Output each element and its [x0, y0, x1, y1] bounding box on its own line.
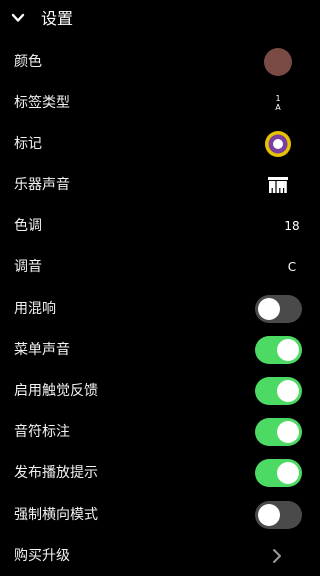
note-labels-toggle[interactable]	[255, 417, 302, 446]
reverb-toggle[interactable]	[255, 294, 302, 323]
setting-row-force-landscape[interactable]: 强制横向模式	[0, 494, 320, 535]
setting-label: 色调	[14, 217, 42, 234]
toggle-knob	[277, 420, 299, 443]
toggle-knob	[277, 461, 299, 484]
force-landscape-toggle[interactable]	[255, 500, 302, 529]
label-type-top: 1	[275, 93, 281, 103]
tone-value[interactable]: 18	[284, 219, 299, 233]
setting-row-color[interactable]: 颜色	[0, 41, 320, 82]
label-type-bottom: A	[275, 102, 281, 112]
setting-label: 乐器声音	[14, 176, 70, 193]
piano-keys-icon[interactable]	[267, 174, 289, 196]
setting-row-menu-sound[interactable]: 菜单声音	[0, 329, 320, 370]
setting-label: 标记	[14, 135, 42, 152]
setting-row-haptic[interactable]: 启用触觉反馈	[0, 370, 320, 411]
playback-hint-toggle[interactable]	[255, 458, 302, 487]
setting-label: 颜色	[14, 53, 42, 70]
haptic-toggle[interactable]	[255, 376, 302, 405]
setting-label: 音符标注	[14, 423, 70, 440]
setting-row-reverb[interactable]: 用混响	[0, 288, 320, 329]
chevron-right-icon[interactable]	[271, 548, 283, 564]
tuning-value[interactable]: C	[288, 260, 296, 274]
toggle-knob	[277, 338, 299, 361]
setting-row-note-labels[interactable]: 音符标注	[0, 411, 320, 452]
setting-row-tone[interactable]: 色调 18	[0, 205, 320, 246]
setting-row-marker[interactable]: 标记	[0, 123, 320, 164]
setting-row-label-type[interactable]: 标签类型 1 A	[0, 82, 320, 123]
toggle-knob	[258, 503, 280, 526]
setting-label: 菜单声音	[14, 341, 70, 358]
toggle-knob	[258, 297, 280, 320]
setting-row-upgrade[interactable]: 购买升级	[0, 535, 320, 576]
setting-label: 标签类型	[14, 94, 70, 111]
menu-sound-toggle[interactable]	[255, 335, 302, 364]
setting-label: 购买升级	[14, 547, 70, 564]
setting-label: 启用触觉反馈	[14, 382, 98, 399]
setting-row-playback-hint[interactable]: 发布播放提示	[0, 452, 320, 493]
toggle-knob	[277, 379, 299, 402]
target-ring-icon[interactable]	[264, 130, 292, 158]
setting-label: 发布播放提示	[14, 464, 98, 481]
setting-label: 强制横向模式	[14, 506, 98, 523]
color-swatch[interactable]	[264, 47, 292, 76]
setting-label: 用混响	[14, 300, 56, 317]
page-title: 设置	[41, 9, 74, 28]
setting-label: 调音	[14, 258, 42, 275]
setting-row-instrument[interactable]: 乐器声音	[0, 164, 320, 205]
label-type-value[interactable]: 1 A	[272, 94, 284, 112]
settings-header: 设置	[0, 0, 320, 41]
setting-row-tuning[interactable]: 调音 C	[0, 246, 320, 287]
chevron-down-icon[interactable]	[10, 10, 26, 26]
